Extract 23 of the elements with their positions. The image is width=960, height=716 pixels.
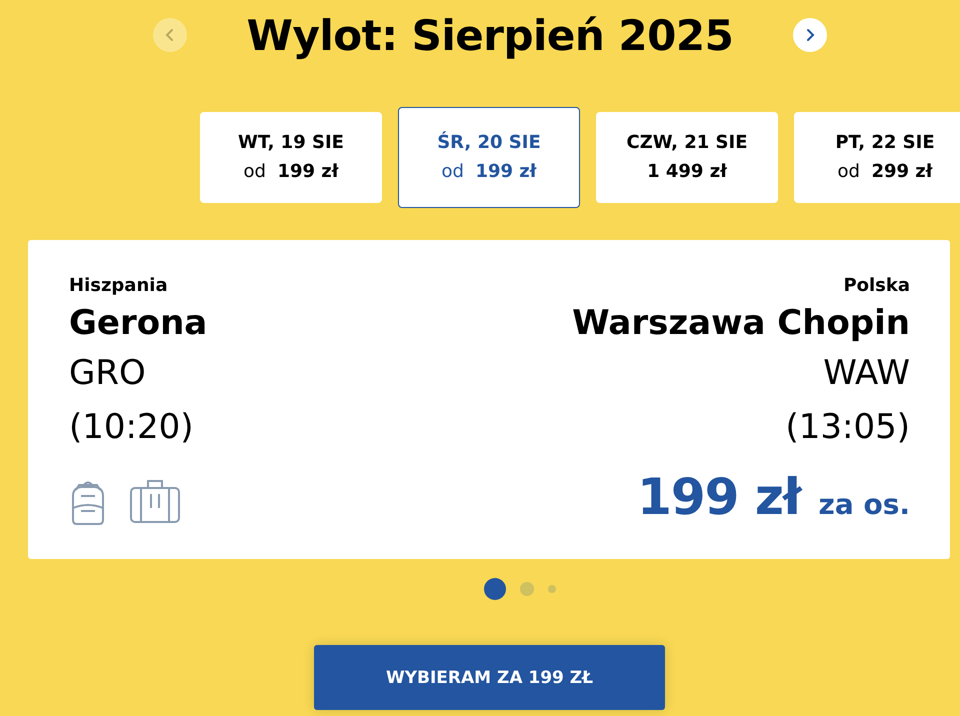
destination-city: Warszawa Chopin — [572, 302, 910, 345]
select-button[interactable]: WYBIERAM ZA 199 ZŁ — [314, 645, 665, 710]
destination-code: WAW — [823, 352, 910, 395]
destination-country: Polska — [843, 274, 910, 298]
date-tab[interactable]: PT, 22 SIE od 299 zł — [794, 112, 960, 202]
date-tab[interactable]: CZW, 21 SIE 1 499 zł — [596, 112, 778, 202]
date-tab[interactable]: WT, 19 SIE od 199 zł — [200, 112, 382, 202]
departure-time: (10:20) — [69, 406, 194, 449]
price-per-person: za os. — [818, 488, 910, 521]
pager-dot[interactable] — [548, 585, 556, 593]
arrival-time: (13:05) — [785, 406, 910, 449]
chevron-right-icon — [804, 28, 816, 42]
pager-dot[interactable] — [484, 578, 506, 600]
chevron-left-icon — [164, 28, 176, 42]
next-button[interactable] — [793, 18, 827, 52]
suitcase-icon — [129, 478, 181, 524]
origin-city: Gerona — [69, 302, 208, 345]
price: 199 zł — [637, 468, 801, 526]
date-tab[interactable]: ŚR, 20 SIE od 199 zł — [398, 106, 580, 208]
page-title: Wylot: Sierpień 2025 — [246, 10, 734, 60]
origin-country: Hiszpania — [69, 274, 168, 298]
origin-code: GRO — [69, 352, 146, 395]
pager-dot[interactable] — [520, 582, 534, 596]
